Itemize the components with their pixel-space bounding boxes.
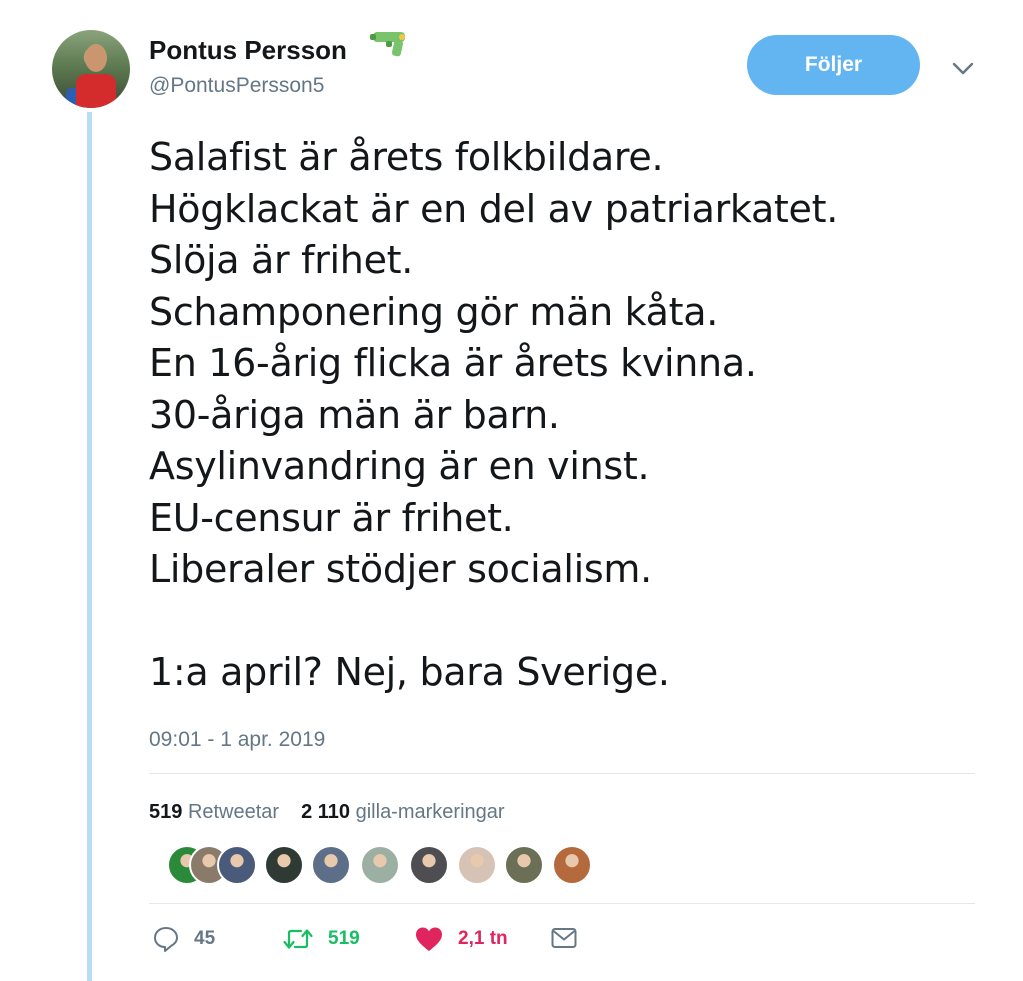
reply-button[interactable]: 45 bbox=[152, 925, 215, 953]
tweet-line: 30-åriga män är barn. bbox=[149, 392, 560, 437]
heart-icon bbox=[416, 927, 442, 951]
tweet-stats: 519 Retweetar 2 110 gilla-markeringar bbox=[149, 801, 527, 824]
author-name[interactable]: Pontus Persson bbox=[149, 35, 347, 66]
liker-avatar[interactable] bbox=[504, 845, 544, 885]
liker-avatars bbox=[167, 845, 597, 885]
reply-count: 45 bbox=[194, 928, 216, 949]
liker-avatar[interactable] bbox=[409, 845, 449, 885]
retweet-button[interactable]: 519 bbox=[282, 925, 360, 953]
tweet-line: Högklackat är en del av patriarkatet. bbox=[149, 186, 838, 231]
tweet-line: En 16-årig flicka är årets kvinna. bbox=[149, 341, 757, 385]
tweet-line: Liberaler stödjer socialism. bbox=[149, 547, 652, 591]
liker-avatar[interactable] bbox=[217, 845, 257, 885]
divider bbox=[149, 773, 975, 774]
retweets-stat[interactable]: 519 Retweetar bbox=[149, 801, 279, 824]
liker-avatar[interactable] bbox=[457, 845, 497, 885]
likes-stat[interactable]: 2 110 gilla-markeringar bbox=[301, 801, 504, 824]
liker-avatar[interactable] bbox=[311, 845, 351, 885]
liker-avatar[interactable] bbox=[360, 845, 400, 885]
tweet-timestamp[interactable]: 09:01 - 1 apr. 2019 bbox=[149, 728, 325, 752]
avatar[interactable] bbox=[52, 30, 130, 108]
like-count: 2,1 tn bbox=[458, 928, 508, 949]
retweets-count: 519 bbox=[149, 801, 183, 823]
direct-message-button[interactable] bbox=[550, 925, 578, 951]
likes-count: 2 110 bbox=[301, 801, 351, 823]
tweet-line: 1:a april? Nej, bara Sverige. bbox=[149, 650, 670, 694]
like-button[interactable]: 2,1 tn bbox=[414, 925, 508, 953]
liker-avatar[interactable] bbox=[264, 845, 304, 885]
likes-label: gilla-markeringar bbox=[355, 801, 505, 823]
retweets-label: Retweetar bbox=[187, 801, 280, 823]
thread-line bbox=[87, 112, 92, 981]
tweet-line: EU-censur är frihet. bbox=[149, 495, 514, 540]
tweet-line: Schamponering gör män kåta. bbox=[149, 289, 719, 334]
reply-icon bbox=[154, 927, 178, 952]
tweet-line: Slöja är frihet. bbox=[149, 238, 414, 282]
retweet-icon bbox=[283, 929, 313, 949]
water-pistol-icon bbox=[370, 32, 405, 57]
tweet-actions: 45 519 2,1 tn bbox=[152, 925, 652, 961]
tweet-line: Salafist är årets folkbildare. bbox=[149, 135, 664, 179]
author-handle[interactable]: @PontusPersson5 bbox=[149, 74, 324, 98]
tweet-line: Asylinvandring är en vinst. bbox=[149, 444, 650, 488]
chevron-down-icon[interactable] bbox=[950, 58, 976, 78]
envelope-icon bbox=[551, 928, 577, 948]
following-button[interactable]: Följer bbox=[747, 35, 920, 95]
liker-avatar[interactable] bbox=[552, 845, 592, 885]
retweet-count: 519 bbox=[328, 928, 360, 949]
divider bbox=[149, 903, 975, 904]
tweet-text: Salafist är årets folkbildare. Högklacka… bbox=[149, 132, 989, 699]
